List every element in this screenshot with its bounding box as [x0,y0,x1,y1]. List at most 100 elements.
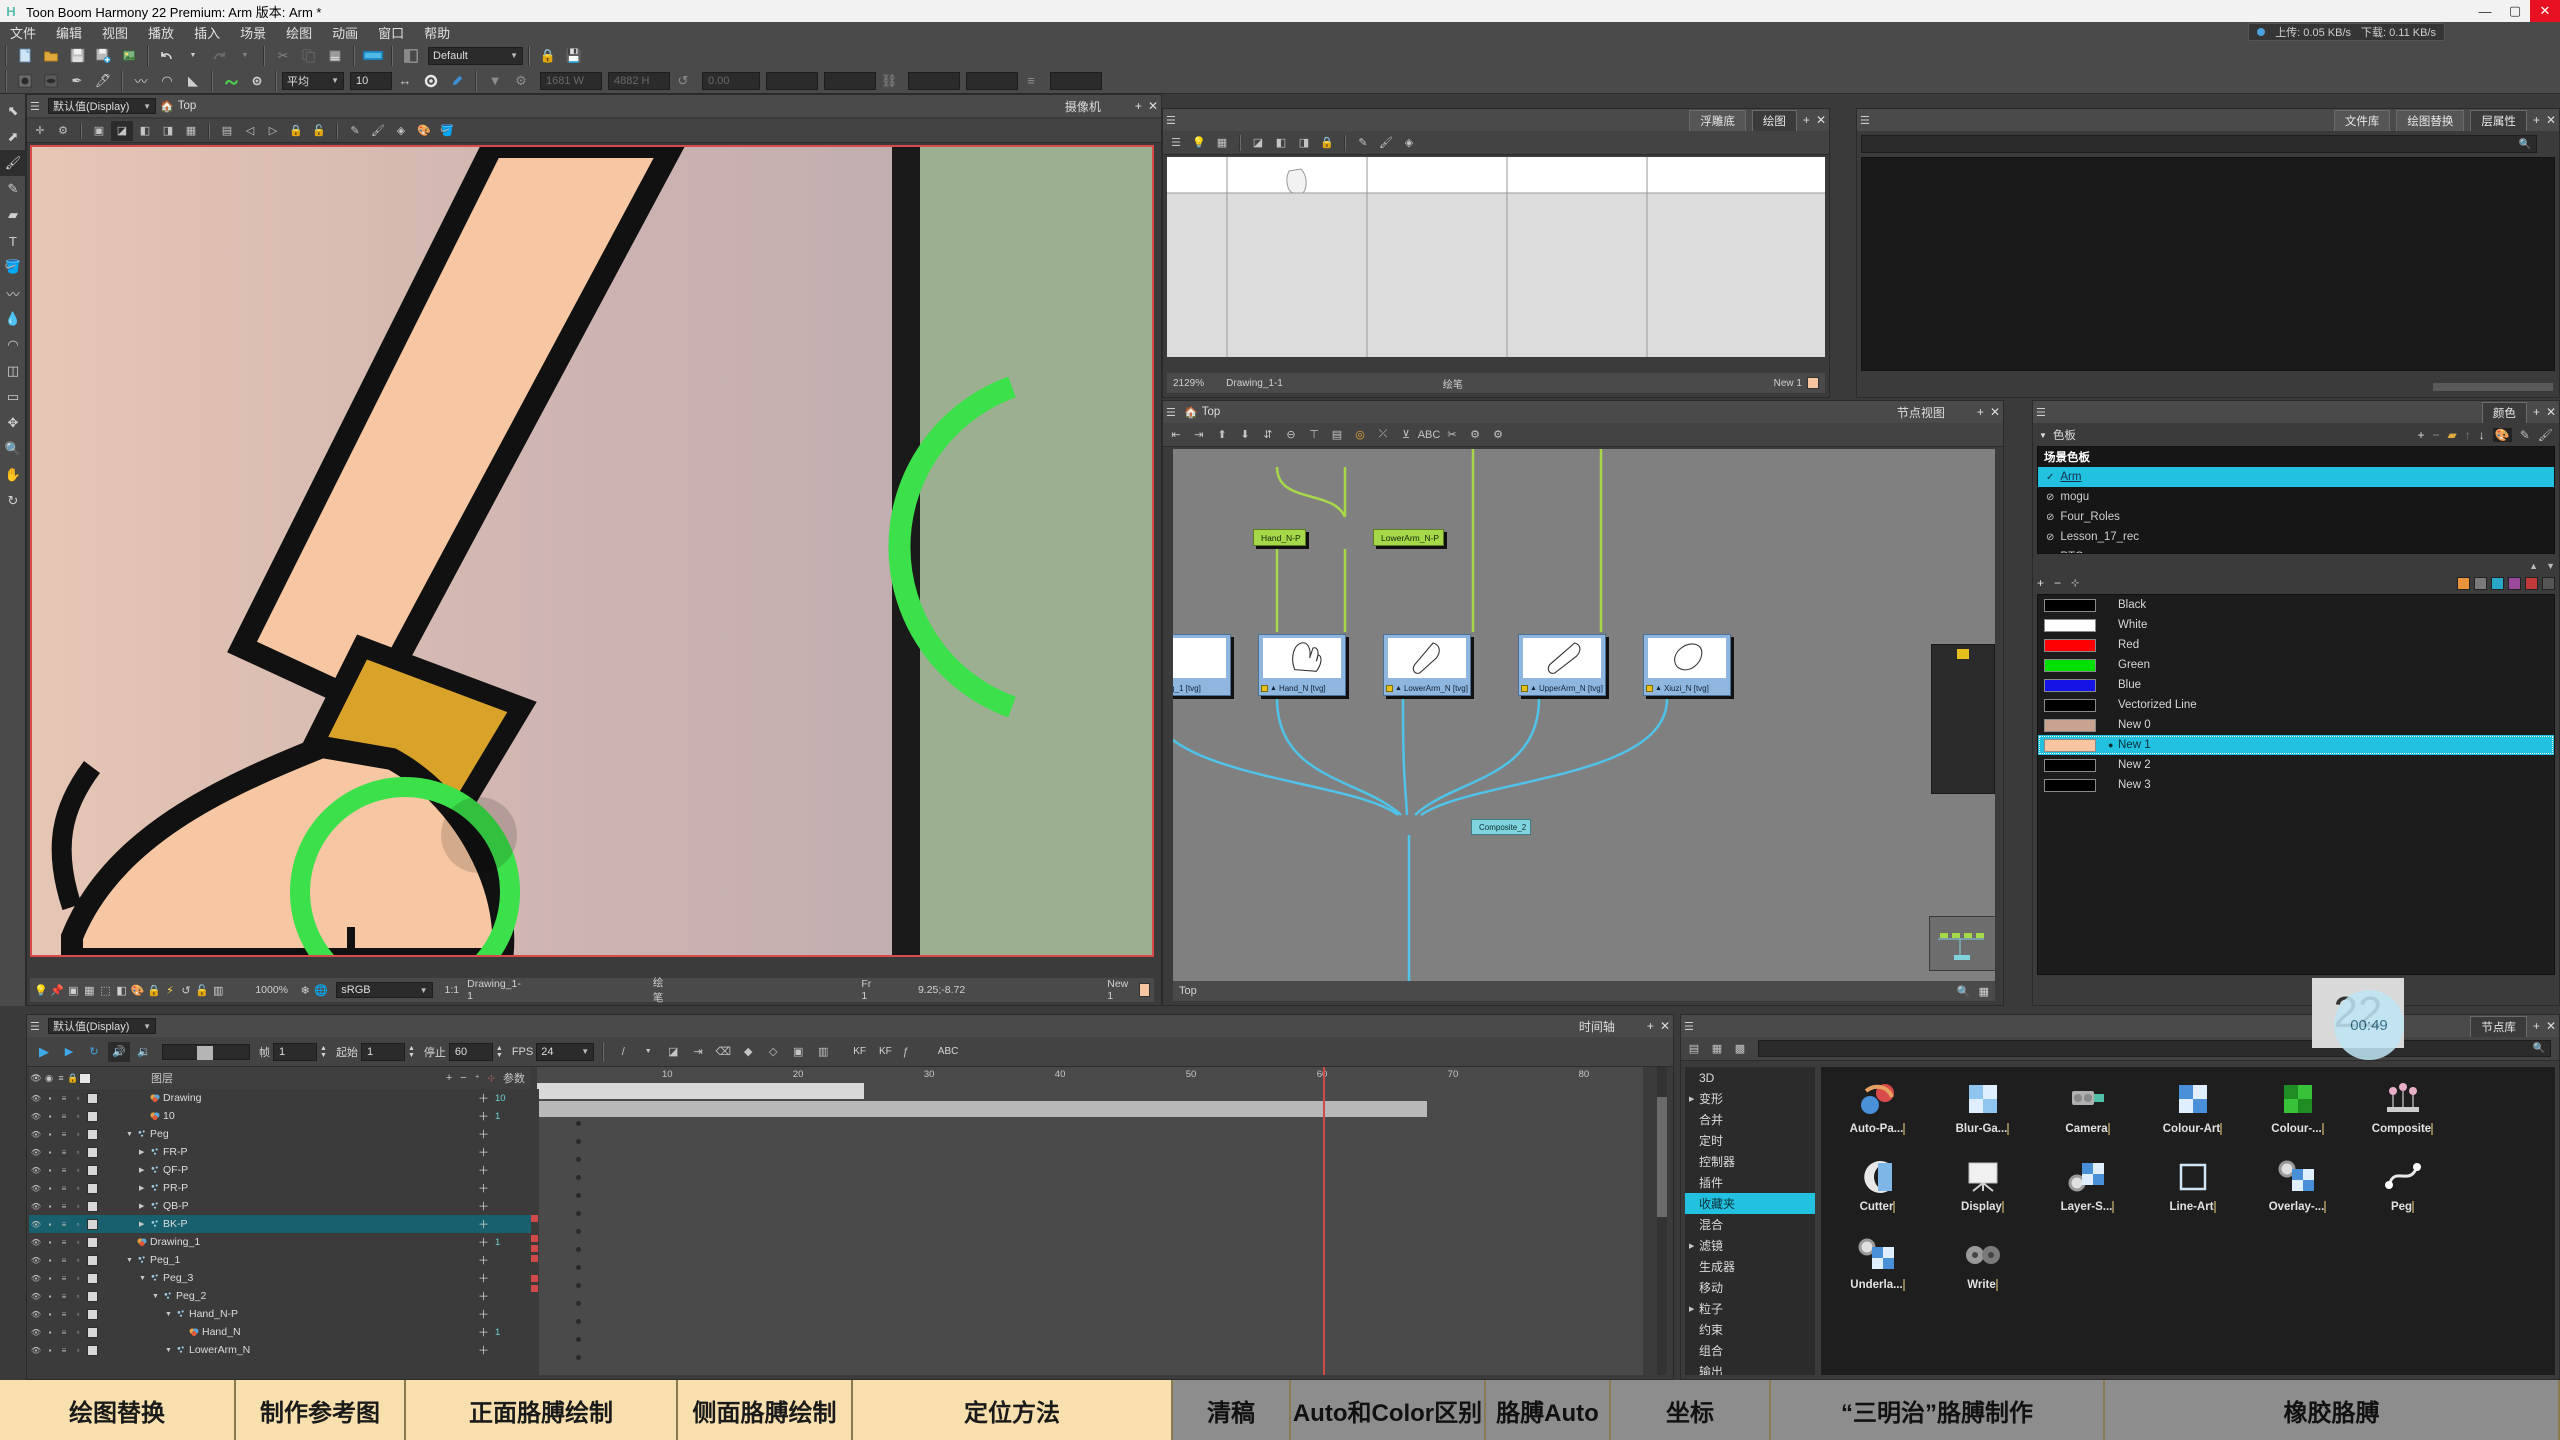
colour-swatch[interactable] [2044,698,2096,712]
flash-icon[interactable]: ⚡ [163,981,177,999]
zoom-tool[interactable]: 🔍 [0,436,26,462]
gear-icon[interactable]: ⚙ [1464,425,1486,445]
timeline-add-button[interactable]: + [1647,1019,1654,1033]
frame-stepper[interactable]: ▲ ▼ [320,1045,327,1059]
height-field[interactable]: 4882 H [608,71,670,90]
node-minimap[interactable] [1929,916,1995,971]
node-library-item-2[interactable]: Camera [2035,1073,2140,1151]
colour-close-button[interactable]: ✕ [2546,405,2556,419]
layer-onion-icon[interactable]: ▪ [43,1112,57,1121]
search-icon[interactable]: 🔍 [2533,1043,2545,1054]
layer-checkbox[interactable] [87,1272,98,1284]
caption-2[interactable]: 正面胳膊绘制 [406,1380,678,1440]
eyedropper-icon[interactable] [445,70,469,92]
ungroup-icon[interactable]: ⤫ [1372,425,1394,445]
layer-expand-arrow[interactable]: ▶ [139,1166,150,1174]
layer-checkbox[interactable] [87,1254,98,1266]
timeline-grid[interactable]: 1020304050607080 [537,1067,1643,1375]
layer-colour-icon[interactable]: ≡ [57,1238,71,1247]
timeline-ruler[interactable]: 1020304050607080 [537,1067,1643,1083]
camera-add-view-button[interactable]: + [1135,99,1142,113]
frame-input[interactable]: 1 [273,1042,317,1061]
keyframe-dot[interactable] [576,1157,582,1162]
colour-swatch-list[interactable]: Black White Red Green Blue Vectorized Line New… [2037,594,2555,975]
layer-checkbox[interactable] [87,1128,98,1140]
node-category-7[interactable]: 混合 [1685,1214,1815,1235]
layer-checkbox[interactable] [87,1218,98,1230]
grid-icon[interactable]: ▦ [82,981,96,999]
layer-colour-icon[interactable]: ≡ [57,1220,71,1229]
colour-swatch-row-1[interactable]: White [2038,615,2554,635]
redo-dropdown-icon[interactable]: ▼ [233,45,257,67]
brush-preset-icon[interactable] [13,70,37,92]
layer-visibility-icon[interactable]: 👁 [29,1148,43,1157]
menu-item-6[interactable]: 绘图 [276,21,322,44]
unlock-drawing-icon[interactable]: 🔓 [308,121,330,141]
layer-onion-icon[interactable]: ▪ [43,1346,57,1355]
layer-expand-arrow[interactable]: ▶ [139,1220,150,1228]
layer-onion-icon[interactable]: ▪ [43,1094,57,1103]
layer-onion-icon[interactable]: ▪ [43,1292,57,1301]
remove-palette-icon[interactable]: − [2433,428,2440,442]
layer-row-3[interactable]: 👁 ▪ ≡ ▫ ▶ FR-P ＋ [29,1143,531,1161]
colour-swatch-row-9[interactable]: New 3 [2038,775,2554,795]
search-icon[interactable]: 🔍 [2519,139,2531,150]
composite-node[interactable]: Composite_2 [1471,819,1532,835]
layer-visibility-icon[interactable]: 👁 [29,1184,43,1193]
caption-7[interactable]: 胳膊Auto [1486,1380,1611,1440]
node-library-close-button[interactable]: ✕ [2546,1019,2556,1033]
exposure-bar-1[interactable] [537,1083,865,1099]
layer-add-icon[interactable]: ＋ [478,1234,489,1250]
node-library-item-13[interactable]: Write [1930,1229,2035,1307]
layer-checkbox[interactable] [87,1110,98,1122]
func-icon[interactable]: ƒ [895,1042,917,1062]
camera-gear-icon[interactable]: ⚙ [52,121,74,141]
layer-row-5[interactable]: 👁 ▪ ≡ ▫ ▶ PR-P ＋ [29,1179,531,1197]
drawing-canvas[interactable] [1167,157,1825,357]
layer-checkbox[interactable] [87,1200,98,1212]
layer-row-0[interactable]: 👁 ▪ ≡ ▫ Drawing ＋ 10 [29,1089,531,1107]
colour-swatch-row-0[interactable]: Black [2038,595,2554,615]
node-category-3[interactable]: 定时 [1685,1130,1815,1151]
cut-cable-icon[interactable]: ✂ [1441,425,1463,445]
colour-swatch-row-5[interactable]: Vectorized Line [2038,695,2554,715]
onion-prev-icon[interactable]: ◧ [134,121,156,141]
peg-node-1[interactable]: LowerArm_N-P [1373,529,1445,546]
layer-expand-arrow[interactable]: ▶ [139,1202,150,1210]
layer-visibility-icon[interactable]: 👁 [29,1292,43,1301]
node-category-2[interactable]: 合并 [1685,1109,1815,1130]
onion-status-icon[interactable]: ◧ [115,981,129,999]
colour-swatch[interactable] [2044,738,2096,752]
layer-lock-icon[interactable]: ▫ [71,1112,85,1121]
align-left-icon[interactable]: ⇤ [1165,425,1187,445]
pencil-icon[interactable]: ✎ [1352,133,1374,153]
remove-layer-button[interactable]: − [460,1072,466,1084]
next-drawing-icon[interactable]: ▷ [262,121,284,141]
node-library-item-grid[interactable]: Auto-Pa... Blur-Ga... Camera Colour-Art Colo… [1821,1067,2555,1375]
layer-colour-icon[interactable]: ≡ [57,1310,71,1319]
layer-colour-icon[interactable]: ≡ [57,1328,71,1337]
menu-item-5[interactable]: 场景 [230,21,276,44]
menu-item-1[interactable]: 编辑 [46,21,92,44]
menu-item-7[interactable]: 动画 [322,21,368,44]
colour-add-button[interactable]: + [2533,405,2540,419]
keyframe-dot[interactable] [576,1121,582,1126]
node-view-home-tab[interactable]: Top [1202,406,1221,418]
layer-visibility-icon[interactable]: 👁 [29,1238,43,1247]
palette-list[interactable]: 场景色板 ✓ Arm ⊘ mogu ⊘ Four_Roles ⊘ Lesson_17_rec ⊘ P… [2037,446,2555,554]
layer-visibility-icon[interactable]: 👁 [29,1130,43,1139]
caption-5[interactable]: 清稿 [1173,1380,1291,1440]
function-curve-icon[interactable]: / [612,1042,634,1062]
layer-expand-arrow[interactable]: ▼ [139,1275,150,1282]
pen-style-2-icon[interactable]: 🖊 [91,70,115,92]
separate-icon[interactable]: ⊤ [1303,425,1325,445]
brush-preset-2-icon[interactable] [39,70,63,92]
art-layer-icon[interactable]: ◈ [390,121,412,141]
field-b[interactable] [824,71,876,90]
colour-swatch-row-3[interactable]: Green [2038,655,2554,675]
node-enable-icon[interactable] [1386,684,1393,692]
node-library-search-input[interactable] [1764,1042,2533,1055]
pencil-mode-icon[interactable]: ✎ [2520,428,2530,442]
width-field[interactable]: 1681 W [540,71,602,90]
add-palette-icon[interactable]: + [2417,428,2424,442]
